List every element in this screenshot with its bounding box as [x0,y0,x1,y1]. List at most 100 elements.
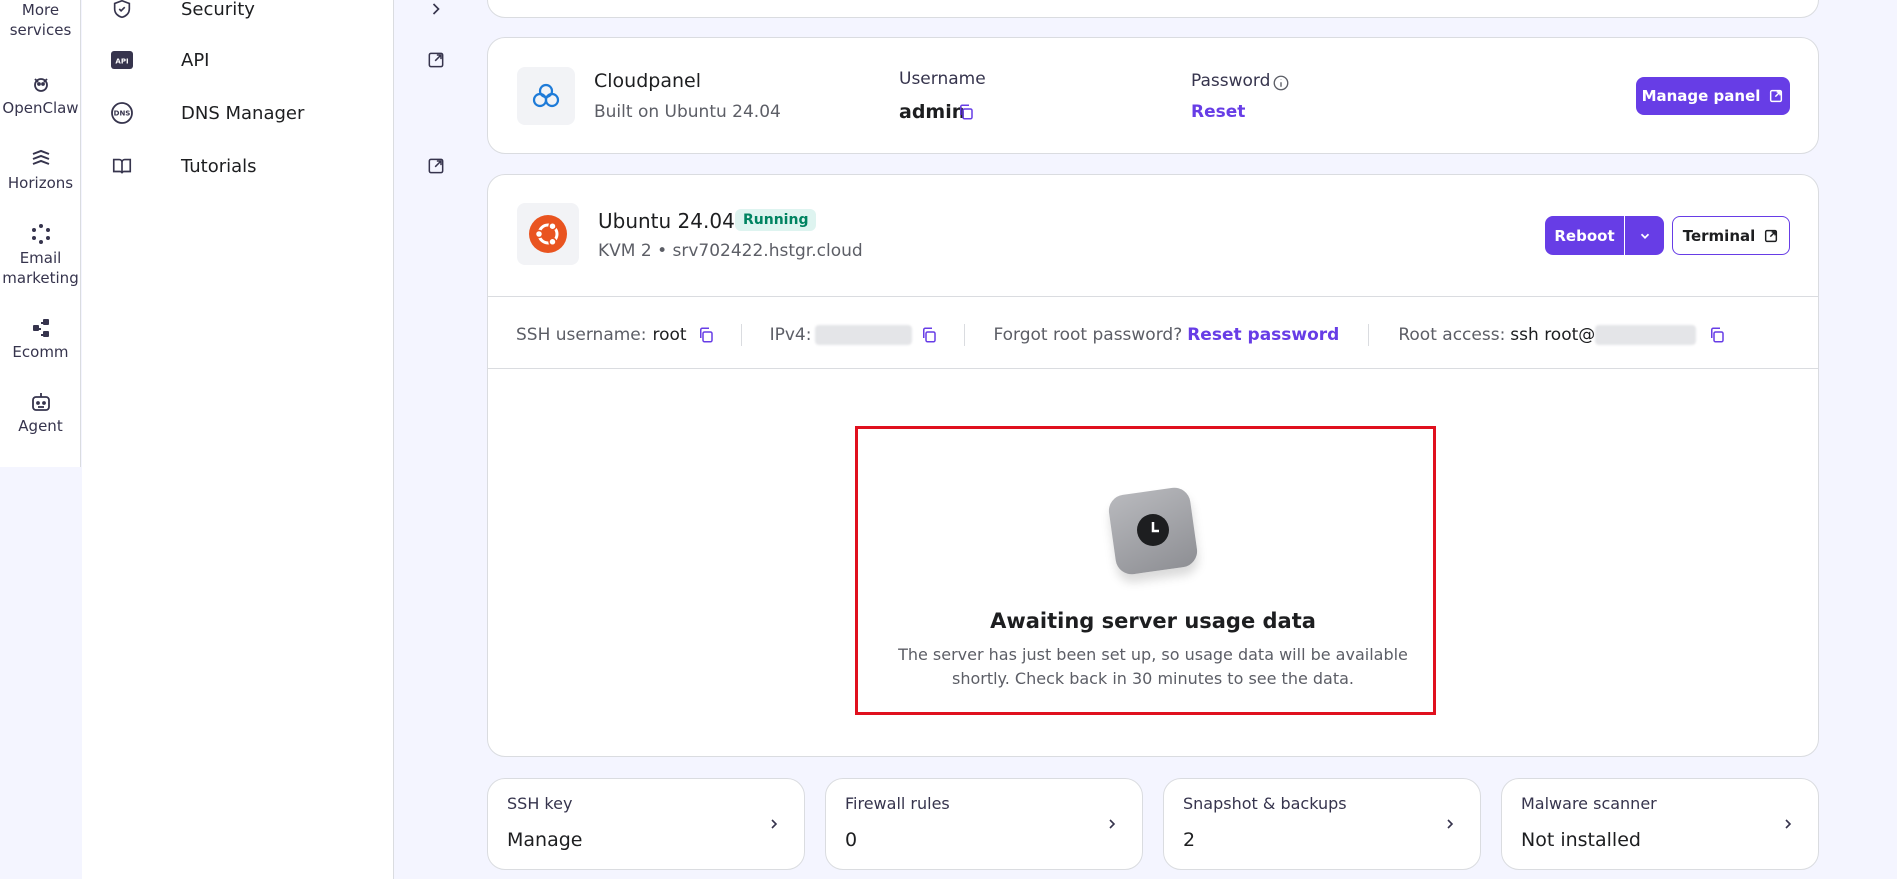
divider [488,368,1818,369]
book-icon [110,154,134,178]
shield-icon [110,0,134,21]
rail-label: Agent [18,417,63,435]
rail-item-agent[interactable]: Agent [0,390,81,436]
ecomm-icon [32,319,49,337]
ubuntu-icon [529,215,567,253]
copy-icon[interactable] [697,326,715,344]
copy-icon[interactable] [957,103,975,121]
tile-snapshot-backups[interactable]: Snapshot & backups 2 [1163,778,1481,870]
root-access-label: Root access: [1398,325,1506,345]
rail-item-ecomm[interactable]: Ecomm [0,316,81,362]
left-rail: More services OpenClaw Horizons Email ma… [0,0,81,467]
sidebar-item-security[interactable]: Security [110,0,446,24]
external-link-icon [428,158,444,174]
tile-value: 2 [1183,829,1196,851]
chevron-right-icon [1447,819,1454,829]
svg-text:DNS: DNS [114,110,131,118]
highlight-box [855,426,1436,715]
cloudpanel-logo [517,67,575,125]
reset-password-link[interactable]: Reset password [1187,325,1339,345]
divider [1368,324,1370,346]
username-value: admin [899,101,966,123]
password-reset-link[interactable]: Reset [1191,102,1245,122]
external-link-icon [1765,229,1778,242]
terminal-label: Terminal [1682,226,1756,245]
info-icon[interactable] [1272,74,1290,92]
chevron-right-icon [1109,819,1116,829]
root-host-redacted [1595,325,1697,345]
tile-value: Manage [507,829,583,851]
email-marketing-icon [31,224,50,244]
rail-label: Email [19,249,62,267]
external-link-icon [428,52,444,68]
forgot-password-label: Forgot root password? [993,325,1183,345]
rail-label: More [21,1,60,19]
cloudpanel-subtitle: Built on Ubuntu 24.04 [594,102,781,122]
horizons-icon [32,149,49,165]
api-icon: API [110,48,134,72]
ssh-username-value: root [652,325,687,345]
sidebar-item-label: Security [181,0,255,20]
manage-panel-label: Manage panel [1641,87,1761,105]
sidebar-item-label: Tutorials [181,155,257,177]
rail-label: marketing [2,269,79,287]
rail-label: Ecomm [12,343,69,361]
rail-item-more-services[interactable]: More services [0,0,81,40]
svg-text:API: API [115,58,128,66]
password-label: Password [1191,71,1271,91]
cloudpanel-card: Cloudpanel Built on Ubuntu 24.04 Usernam… [487,37,1819,154]
rail-label: services [9,21,72,39]
chevron-right-icon [1785,819,1792,829]
terminal-button[interactable]: Terminal [1672,216,1790,255]
sidebar-item-label: API [181,49,210,71]
tile-firewall-rules[interactable]: Firewall rules 0 [825,778,1143,870]
server-os: Ubuntu 24.04 [598,209,735,233]
ssh-username-label: SSH username: [516,325,647,345]
divider [740,324,742,346]
tile-caption: Malware scanner [1521,794,1657,813]
cloud-icon [532,83,560,108]
rail-label: Horizons [7,174,74,192]
reboot-dropdown-button[interactable] [1625,216,1664,255]
cloudpanel-name: Cloudpanel [594,70,701,92]
reboot-label: Reboot [1554,226,1615,245]
tile-malware-scanner[interactable]: Malware scanner Not installed [1501,778,1819,870]
credentials-strip: SSH username: root IPv4: Forgot root pas… [516,322,1726,348]
divider [488,296,1818,297]
divider [964,324,966,346]
rail-label: OpenClaw [2,99,79,117]
sidebar-item-dns-manager[interactable]: DNS DNS Manager [110,98,446,128]
sidebar-item-api[interactable]: API API [110,45,446,75]
rail-item-horizons[interactable]: Horizons [0,147,81,193]
tile-value: Not installed [1521,829,1641,851]
sidebar: Security API API DNS DNS Manager Tutoria… [82,0,444,879]
copy-icon[interactable] [1708,326,1726,344]
sidebar-item-label: DNS Manager [181,102,305,124]
root-access-value: ssh root@ [1510,325,1596,345]
ubuntu-logo [517,203,579,265]
openclaw-icon [33,78,48,92]
chevron-right-icon [432,3,440,15]
ipv4-redacted [815,325,913,345]
status-badge: Running [735,209,817,231]
chevron-down-icon [1640,233,1649,239]
dns-icon: DNS [110,101,134,125]
tile-caption: Firewall rules [845,794,950,813]
copy-icon[interactable] [920,326,938,344]
tile-caption: SSH key [507,794,573,813]
rail-item-openclaw[interactable]: OpenClaw [0,72,81,118]
tile-ssh-key[interactable]: SSH key Manage [487,778,805,870]
rail-item-email-marketing[interactable]: Email marketing [0,222,81,288]
tile-value: 0 [845,829,858,851]
previous-card [487,0,1819,18]
reboot-button[interactable]: Reboot [1545,216,1624,255]
agent-icon [31,393,50,411]
ipv4-label: IPv4: [769,325,812,345]
tile-caption: Snapshot & backups [1183,794,1347,813]
server-plan-host: KVM 2 • srv702422.hstgr.cloud [598,241,863,261]
external-link-icon [1770,89,1783,103]
username-label: Username [899,69,986,89]
manage-panel-button[interactable]: Manage panel [1636,77,1790,115]
chevron-right-icon [771,819,778,829]
sidebar-item-tutorials[interactable]: Tutorials [110,151,446,181]
